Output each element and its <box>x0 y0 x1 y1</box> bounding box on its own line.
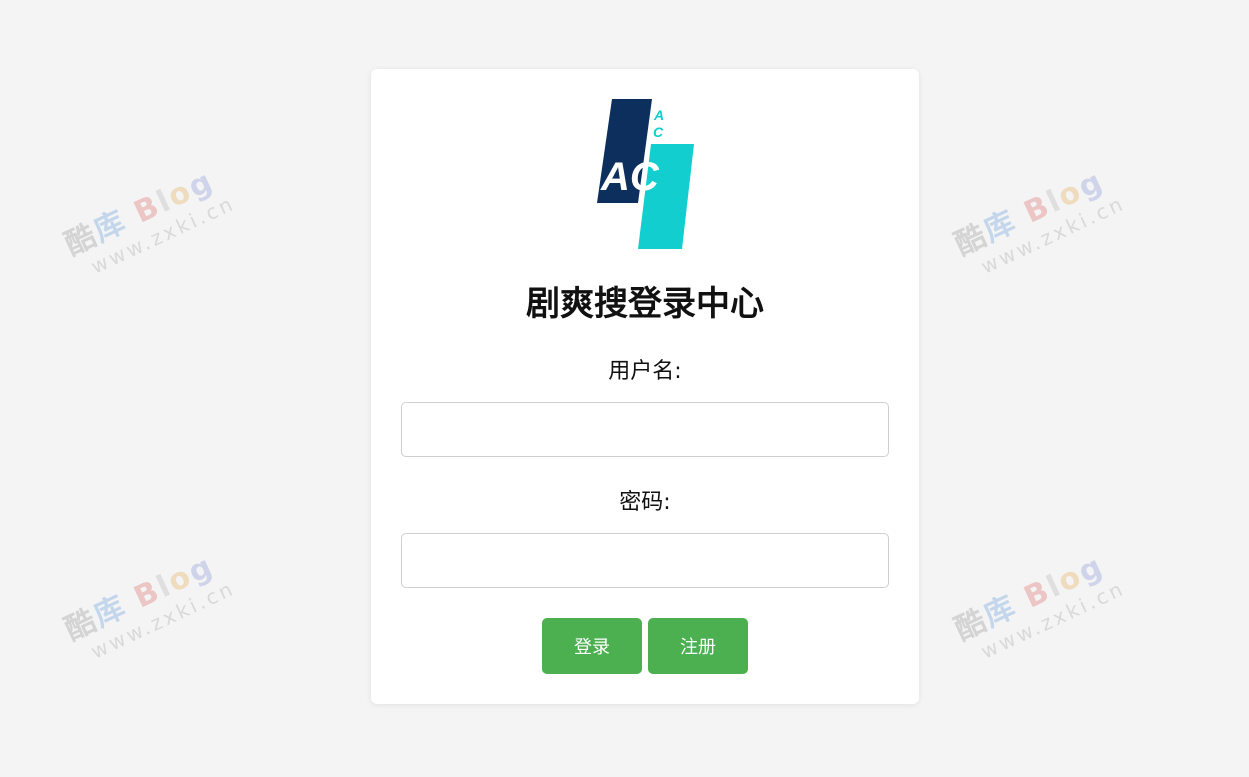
logo-big-text: AC <box>600 155 660 199</box>
login-card: AC A C 剧爽搜登录中心 用户名: 密码: 登录 注册 <box>371 69 919 704</box>
page-title: 剧爽搜登录中心 <box>526 284 764 324</box>
watermark: 酷库 Blog www.zxki.cn <box>59 163 239 279</box>
ac-logo: AC A C <box>597 99 694 249</box>
logo-small-a: A <box>653 107 664 123</box>
watermark: 酷库 Blog www.zxki.cn <box>59 548 239 664</box>
login-button[interactable]: 登录 <box>542 618 642 674</box>
logo-small-c: C <box>653 124 664 140</box>
watermark: 酷库 Blog www.zxki.cn <box>949 163 1129 279</box>
password-input[interactable] <box>401 533 889 588</box>
password-label: 密码: <box>619 490 671 515</box>
register-button[interactable]: 注册 <box>648 618 748 674</box>
username-input[interactable] <box>401 402 889 457</box>
watermark: 酷库 Blog www.zxki.cn <box>949 548 1129 664</box>
username-label: 用户名: <box>608 359 682 384</box>
